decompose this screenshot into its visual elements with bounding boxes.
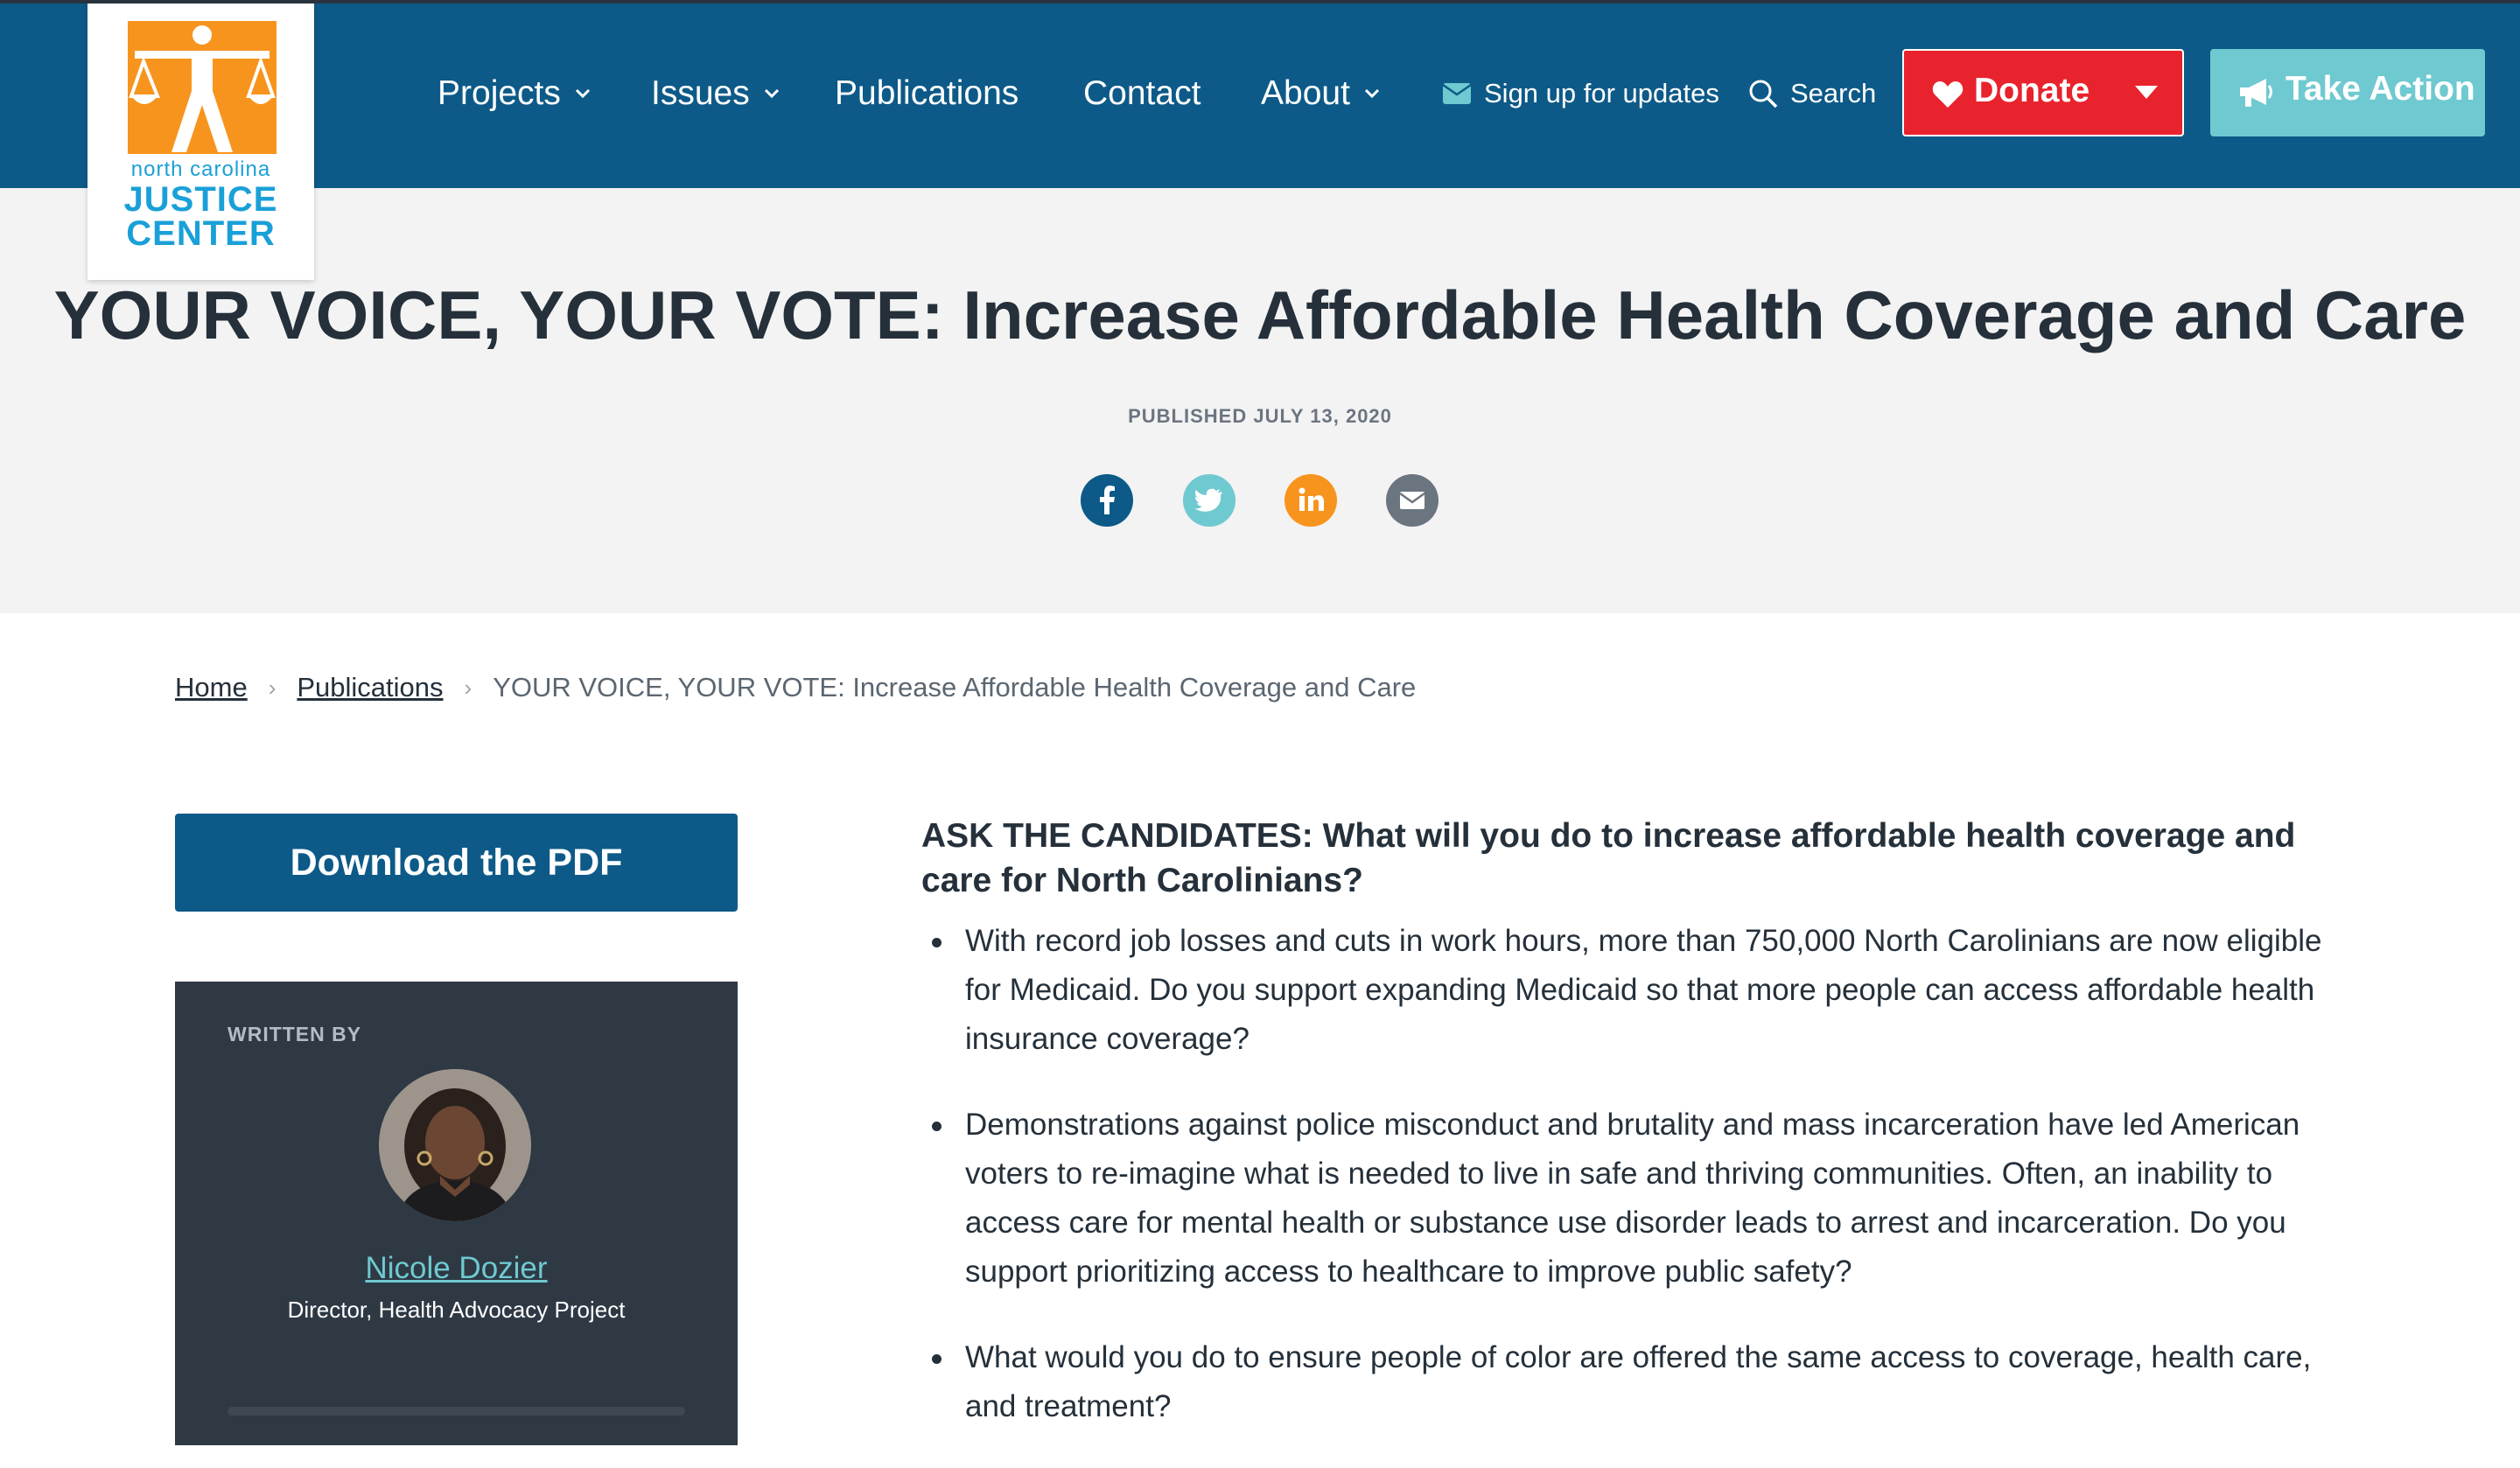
article-body: ASK THE CANDIDATES: What will you do to …	[921, 814, 2339, 1468]
megaphone-icon	[2240, 79, 2272, 107]
donate-label: Donate	[1974, 72, 2090, 109]
chevron-down-icon	[1364, 88, 1379, 99]
nav-about[interactable]: About	[1261, 72, 1380, 115]
list-item-text: Demonstrations against police misconduct…	[965, 1108, 2300, 1289]
chevron-right-icon: ›	[464, 674, 472, 701]
take-action-label: Take Action	[2286, 70, 2475, 108]
breadcrumb-publications-link[interactable]: Publications	[297, 672, 443, 703]
share-email-button[interactable]	[1386, 474, 1438, 527]
author-name-link[interactable]: Nicole Dozier	[175, 1251, 738, 1286]
nav-publications-label: Publications	[835, 74, 1019, 112]
chevron-right-icon: ›	[268, 674, 276, 701]
author-card: WRITTEN BY Nicole Dozier Director, Healt…	[175, 982, 738, 1445]
breadcrumb: Home › Publications › YOUR VOICE, YOUR V…	[175, 672, 1416, 703]
nav-projects[interactable]: Projects	[438, 72, 591, 115]
signup-label: Sign up for updates	[1484, 78, 1719, 108]
author-role: Director, Health Advocacy Project	[287, 1297, 626, 1323]
share-linkedin-button[interactable]	[1284, 474, 1337, 527]
list-item-text: With record job losses and cuts in work …	[965, 924, 2322, 1056]
logo-text-center: CENTER	[126, 214, 276, 253]
list-item: Demonstrations against police misconduct…	[921, 1101, 2339, 1297]
nav-contact-label: Contact	[1083, 74, 1201, 112]
nav-projects-label: Projects	[438, 74, 561, 112]
bullet-icon	[932, 1354, 942, 1364]
search-link[interactable]: Search	[1748, 72, 1876, 115]
facebook-icon	[1100, 486, 1115, 514]
written-by-label: WRITTEN BY	[228, 1023, 362, 1045]
bullet-icon	[932, 938, 942, 947]
share-twitter-button[interactable]	[1183, 474, 1236, 527]
list-item-text: What would you do to ensure people of co…	[965, 1340, 2312, 1423]
site-logo[interactable]: north carolina JUSTICE CENTER	[88, 3, 314, 280]
nav-issues-label: Issues	[651, 74, 750, 112]
take-action-button[interactable]: Take Action	[2210, 49, 2485, 136]
nav-publications[interactable]: Publications	[835, 72, 1018, 115]
list-item: With record job losses and cuts in work …	[921, 917, 2339, 1064]
avatar[interactable]	[379, 1069, 531, 1221]
donate-button[interactable]: Donate	[1902, 49, 2184, 136]
search-label: Search	[1790, 78, 1877, 108]
share-facebook-button[interactable]	[1081, 474, 1133, 527]
breadcrumb-current: YOUR VOICE, YOUR VOTE: Increase Affordab…	[493, 672, 1417, 703]
nav-contact[interactable]: Contact	[1083, 72, 1200, 115]
nav-issues[interactable]: Issues	[651, 72, 780, 115]
caret-down-icon[interactable]	[2135, 86, 2158, 100]
twitter-icon	[1194, 488, 1222, 512]
list-item: What would you do to ensure people of co…	[921, 1333, 2339, 1431]
page-title: YOUR VOICE, YOUR VOTE: Increase Affordab…	[53, 276, 2467, 353]
logo-text-small: north carolina	[130, 157, 271, 181]
justice-scales-logo-icon	[128, 21, 276, 154]
article-hero: YOUR VOICE, YOUR VOTE: Increase Affordab…	[0, 188, 2520, 613]
published-date: PUBLISHED JULY 13, 2020	[1128, 405, 1392, 427]
heart-icon	[1932, 81, 1964, 108]
breadcrumb-home-link[interactable]: Home	[175, 672, 248, 703]
bullet-icon	[932, 1122, 942, 1131]
chevron-down-icon	[575, 88, 590, 99]
ask-the-candidates-heading: ASK THE CANDIDATES: What will you do to …	[921, 817, 2296, 899]
email-icon	[1399, 492, 1425, 509]
nav-about-label: About	[1261, 74, 1350, 112]
author-photo	[379, 1069, 531, 1221]
envelope-icon	[1442, 83, 1472, 104]
signup-link[interactable]: Sign up for updates	[1442, 72, 1719, 115]
download-pdf-button[interactable]: Download the PDF	[175, 814, 738, 912]
question-list: With record job losses and cuts in work …	[921, 917, 2339, 1431]
site-header: Projects Issues Publications Contact Abo…	[0, 0, 2520, 188]
chevron-down-icon	[764, 88, 779, 99]
search-icon	[1749, 80, 1778, 108]
linkedin-icon	[1298, 487, 1324, 511]
scrollbar[interactable]	[228, 1407, 685, 1416]
